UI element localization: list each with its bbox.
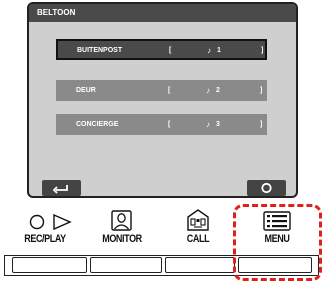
- music-note-icon: ♪: [206, 86, 210, 95]
- display-screen: BELTOON BUITENPOST [ ♪ 1 ] DEUR [ ♪ 2 ] …: [27, 2, 298, 198]
- option-buitenpost[interactable]: BUITENPOST [ ♪ 1 ]: [56, 39, 267, 60]
- monitor-label: MONITOR: [102, 233, 142, 245]
- circle-icon: [261, 182, 272, 194]
- tone-number: 3: [216, 121, 220, 128]
- option-label: CONCIERGE: [76, 121, 119, 128]
- bracket-right: ]: [260, 87, 263, 94]
- bracket-left: [: [168, 87, 171, 94]
- music-note-icon: ♪: [207, 46, 211, 55]
- circle-play-icon: [29, 213, 72, 231]
- call-label: CALL: [186, 233, 210, 245]
- confirm-button[interactable]: [247, 180, 286, 196]
- bracket-left: [: [169, 47, 172, 54]
- tone-number: 2: [216, 87, 220, 94]
- rec-play-button[interactable]: [12, 257, 87, 273]
- menu-highlight-frame: [233, 204, 322, 281]
- return-arrow-icon: [52, 185, 68, 194]
- option-deur[interactable]: DEUR [ ♪ 2 ]: [56, 80, 267, 101]
- bracket-right: ]: [261, 47, 264, 54]
- option-label: DEUR: [76, 87, 96, 94]
- music-note-icon: ♪: [206, 120, 210, 129]
- back-button[interactable]: [42, 180, 81, 196]
- bracket-right: ]: [260, 121, 263, 128]
- person-icon: [111, 210, 132, 231]
- building-icon: [187, 209, 209, 231]
- bracket-left: [: [168, 121, 171, 128]
- rec-play-label: REC/PLAY: [24, 233, 66, 245]
- option-concierge[interactable]: CONCIERGE [ ♪ 3 ]: [56, 114, 267, 135]
- monitor-button[interactable]: [90, 257, 162, 273]
- tone-number: 1: [217, 47, 221, 54]
- option-label: BUITENPOST: [77, 47, 123, 54]
- call-button[interactable]: [165, 257, 235, 273]
- option-list: BUITENPOST [ ♪ 1 ] DEUR [ ♪ 2 ] CONCIERG…: [29, 4, 296, 196]
